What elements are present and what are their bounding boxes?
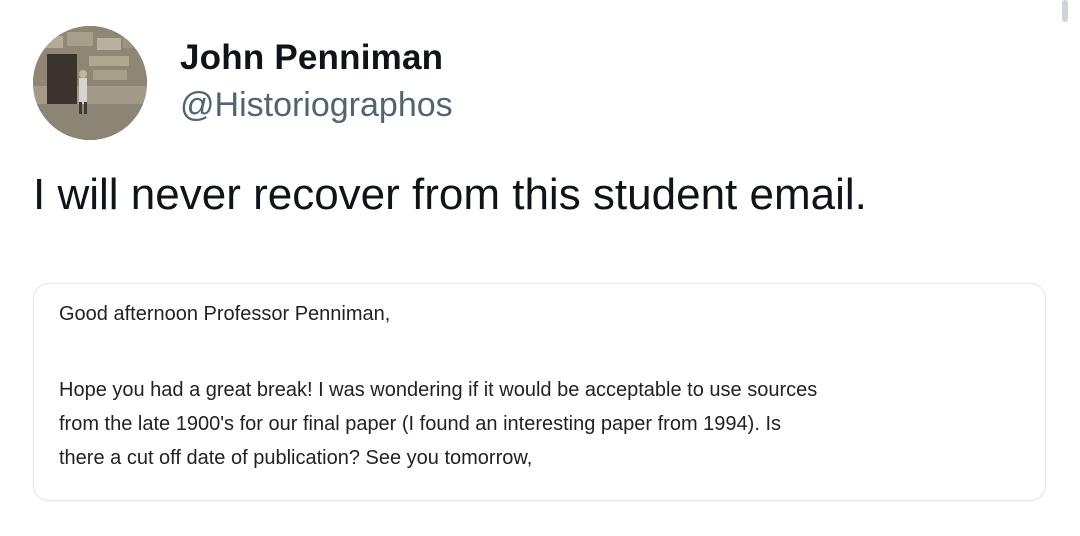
email-greeting: Good afternoon Professor Penniman, <box>59 303 391 325</box>
email-body-line: from the late 1900's for our final paper… <box>59 413 782 435</box>
author-name[interactable]: John Penniman <box>180 38 443 78</box>
scrollbar-thumb[interactable] <box>1062 0 1068 22</box>
avatar-photo <box>33 26 147 140</box>
email-body-line: Hope you had a great break! I was wonder… <box>59 379 818 401</box>
author-handle[interactable]: @Historiographos <box>180 86 453 125</box>
avatar[interactable] <box>33 26 147 140</box>
email-body: Hope you had a great break! I was wonder… <box>59 373 1034 475</box>
email-body-line: there a cut off date of publication? See… <box>59 447 533 469</box>
tweet-card: John Penniman @Historiographos I will ne… <box>0 0 1080 536</box>
tweet-text: I will never recover from this student e… <box>33 170 867 219</box>
email-screenshot: Good afternoon Professor Penniman, Hope … <box>33 283 1046 501</box>
